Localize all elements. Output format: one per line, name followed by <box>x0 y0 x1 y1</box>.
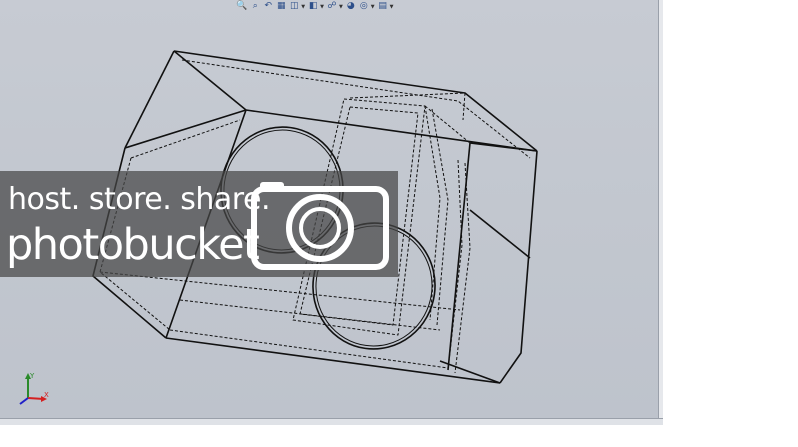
edge-left-slope <box>124 109 247 149</box>
graphics-viewport[interactable]: 🔍 ⌕ ↶ ▦ ◫ ▼ ◧ ▼ ☍ ▼ ◕ ◎ ▼ ▤ ▼ Y X host. … <box>0 0 661 418</box>
edge-top-left <box>124 50 175 149</box>
photobucket-watermark: host. store. share. photobucket <box>0 171 398 277</box>
edge-right-diagonal <box>469 209 531 259</box>
cad-window: 🔍 ⌕ ↶ ▦ ◫ ▼ ◧ ▼ ☍ ▼ ◕ ◎ ▼ ▤ ▼ Y X host. … <box>0 0 798 447</box>
watermark-brand: photobucket <box>6 220 260 270</box>
reference-triad: Y X <box>19 372 49 405</box>
edge-right-front <box>499 150 538 384</box>
hidden-mid-horizontal <box>99 271 461 311</box>
edge-top-back <box>173 50 538 152</box>
status-bar <box>0 418 663 425</box>
camera-logo-icon <box>251 182 389 270</box>
hidden-bottom-back <box>179 299 441 331</box>
triad-y-label: Y <box>29 372 35 380</box>
hidden-right-box <box>447 159 463 371</box>
watermark-tagline: host. store. share. <box>8 182 270 217</box>
triad-z-axis <box>19 397 29 405</box>
hidden-back-frame <box>349 92 466 121</box>
triad-x-label: X <box>44 391 49 399</box>
edge-right-upper <box>469 142 538 152</box>
hidden-right-slope <box>424 105 471 144</box>
viewport-scroll-edge <box>658 0 663 420</box>
hidden-left-slope <box>130 119 241 159</box>
